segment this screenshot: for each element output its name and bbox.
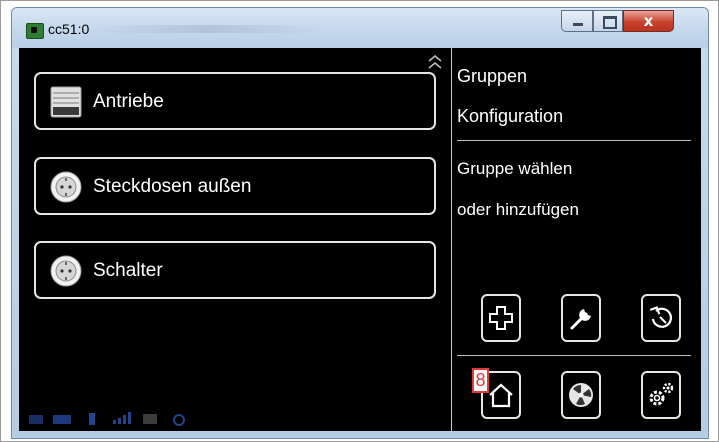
- edit-group-button[interactable]: [561, 294, 601, 342]
- back-icon: [649, 306, 672, 328]
- close-button[interactable]: x: [623, 10, 674, 32]
- group-label: Schalter: [93, 260, 163, 281]
- gears-icon: [649, 382, 674, 406]
- panel-hint: Gruppe wählen: [457, 159, 573, 178]
- maximize-button[interactable]: [593, 10, 623, 32]
- settings-button[interactable]: [641, 371, 681, 419]
- panel-subtitle: Konfiguration: [457, 106, 564, 126]
- wrench-icon: [570, 309, 591, 330]
- add-group-button[interactable]: [481, 294, 521, 342]
- collapse-icon[interactable]: [427, 55, 443, 69]
- group-label: Antriebe: [93, 91, 164, 112]
- group-item-schalter[interactable]: Schalter: [34, 241, 436, 299]
- group-item-steckdosen-aussen[interactable]: Steckdosen außen: [34, 157, 436, 215]
- element-badge: 8: [472, 368, 489, 393]
- panel-divider: [457, 140, 691, 141]
- device-screen: Antriebe Steckdosen außen Schalter Grupp…: [19, 48, 701, 431]
- status-bar: [29, 411, 289, 427]
- add-icon: [489, 306, 513, 330]
- maximize-icon: [603, 16, 617, 29]
- panel-hint-2: oder hinzufügen: [457, 200, 579, 219]
- panel-title: Gruppen: [457, 66, 528, 86]
- panel-divider-bottom: [457, 355, 691, 356]
- climate-button[interactable]: [561, 371, 601, 419]
- app-window: cc51:0 x Antriebe Steckdosen außen Schal…: [11, 7, 709, 439]
- minimize-icon: [573, 23, 583, 26]
- group-label: Steckdosen außen: [93, 176, 252, 197]
- title-bar[interactable]: cc51:0 x: [12, 8, 708, 48]
- config-panel: Gruppen Konfiguration Gruppe wählen oder…: [452, 48, 701, 431]
- group-item-antriebe[interactable]: Antriebe: [34, 72, 436, 130]
- minimize-button[interactable]: [561, 10, 593, 32]
- back-button[interactable]: [641, 294, 681, 342]
- title-blur: [92, 25, 322, 33]
- fan-icon: [569, 383, 593, 407]
- socket-icon: [50, 255, 82, 287]
- home-icon: [489, 383, 513, 408]
- window-title: cc51:0: [48, 21, 90, 37]
- close-icon: x: [643, 12, 654, 30]
- blind-icon: [50, 86, 82, 118]
- status-icons: [29, 412, 185, 426]
- socket-icon: [50, 171, 82, 203]
- app-icon: [26, 23, 44, 39]
- group-list: Antriebe Steckdosen außen Schalter: [19, 48, 451, 431]
